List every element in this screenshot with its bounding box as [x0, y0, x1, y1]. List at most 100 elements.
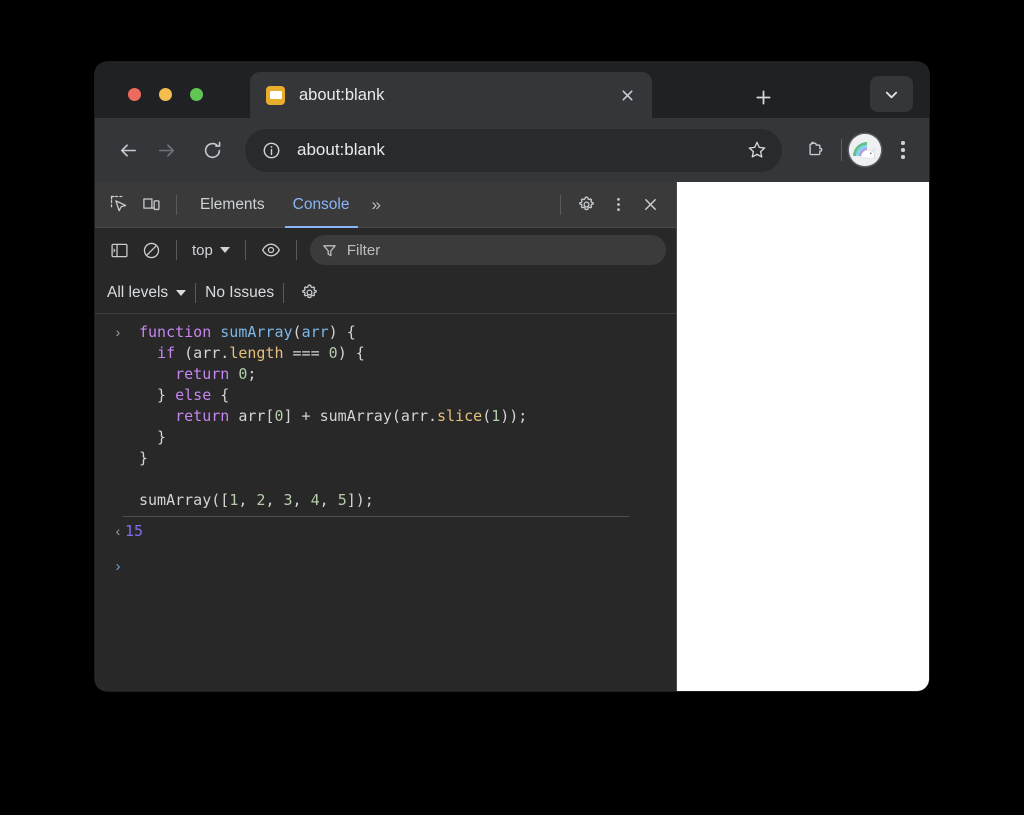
code-token: (	[482, 407, 492, 425]
tab-label: Elements	[200, 195, 265, 213]
live-expression-eye-icon[interactable]	[255, 235, 287, 265]
device-toolbar-icon[interactable]	[135, 190, 167, 220]
site-info-icon[interactable]	[257, 136, 285, 164]
filter-placeholder-text: Filter	[346, 241, 381, 259]
code-token: ,	[265, 491, 284, 509]
divider	[244, 240, 246, 260]
code-token: slice	[437, 407, 483, 425]
url-text[interactable]: about:blank	[297, 140, 740, 160]
settings-gear-icon[interactable]	[570, 190, 602, 220]
window-maximize-button[interactable]	[190, 88, 203, 101]
devtools-close-button[interactable]	[634, 190, 666, 220]
reload-button[interactable]	[193, 131, 231, 169]
tab-label: Console	[292, 195, 350, 213]
browser-tab-about-blank[interactable]: about:blank	[250, 72, 652, 118]
divider	[560, 194, 561, 215]
code-token: 5	[337, 491, 347, 509]
console-filter-input[interactable]: Filter	[309, 235, 666, 265]
code-token: return	[175, 365, 230, 383]
console-result-prompt-icon: ‹	[115, 523, 121, 539]
console-output[interactable]: › function sumArray(arr) { if (arr.lengt…	[95, 314, 676, 691]
bookmark-star-icon[interactable]	[740, 133, 774, 167]
console-filter-toolbar: top Filter	[95, 228, 676, 272]
browser-window: about:blank about:blank Elements Console…	[95, 62, 929, 691]
code-token: ) {	[337, 344, 365, 362]
inspect-element-icon[interactable]	[103, 190, 135, 220]
page-favicon-icon	[266, 85, 285, 105]
code-token: else	[175, 386, 212, 404]
tab-elements[interactable]: Elements	[186, 182, 279, 228]
code-token: return	[175, 407, 230, 425]
back-button[interactable]	[109, 131, 147, 169]
forward-button[interactable]	[147, 131, 185, 169]
clear-console-icon[interactable]	[135, 235, 167, 265]
console-levels-toolbar: All levels No Issues	[95, 272, 676, 314]
new-tab-button[interactable]	[747, 81, 779, 113]
divider	[283, 282, 285, 303]
code-token: {	[211, 386, 230, 404]
tab-title: about:blank	[299, 85, 385, 104]
code-token: 1	[229, 491, 239, 509]
console-prompt-row[interactable]: ›	[95, 556, 676, 580]
code-token: arr[	[229, 407, 275, 425]
tab-strip: about:blank	[95, 62, 929, 118]
execution-context-label: top	[192, 241, 213, 259]
console-settings-gear-icon[interactable]	[293, 278, 325, 308]
divider	[195, 282, 197, 303]
code-token: ,	[238, 491, 257, 509]
content-row: Elements Console » top Filter All levels…	[95, 182, 929, 691]
console-input-entry: › function sumArray(arr) { if (arr.lengt…	[95, 322, 676, 511]
divider	[176, 240, 177, 260]
code-token: ));	[500, 407, 528, 425]
more-tabs-button[interactable]: »	[364, 195, 388, 215]
execution-context-selector[interactable]: top	[186, 242, 236, 259]
code-token: sumArray([	[139, 491, 230, 509]
code-token: function	[139, 323, 221, 341]
code-token: ] + sumArray(arr.	[283, 407, 438, 425]
code-token: sumArray	[220, 323, 293, 341]
code-token: 0	[328, 344, 338, 362]
extensions-button[interactable]	[796, 131, 834, 169]
divider	[176, 194, 177, 215]
console-sidebar-icon[interactable]	[103, 235, 135, 265]
chevron-down-icon	[176, 289, 187, 296]
address-bar[interactable]: about:blank	[245, 128, 782, 172]
console-result-value: 15	[125, 522, 144, 540]
code-token: ===	[283, 344, 329, 362]
code-token: ,	[292, 491, 311, 509]
console-prompt-icon: ›	[115, 558, 121, 575]
console-input-prompt-icon: ›	[115, 324, 121, 340]
window-close-button[interactable]	[128, 88, 141, 101]
tab-console[interactable]: Console	[279, 182, 364, 228]
tab-search-button[interactable]	[870, 76, 913, 112]
console-input-code[interactable]: function sumArray(arr) { if (arr.length …	[109, 322, 676, 469]
close-icon[interactable]	[614, 82, 640, 108]
code-token: }	[139, 386, 176, 404]
code-token: ) {	[328, 323, 356, 341]
code-token: (	[292, 323, 302, 341]
console-input-expression[interactable]: sumArray([1, 2, 3, 4, 5]);	[109, 490, 676, 511]
code-token: }	[139, 449, 149, 467]
code-token: 0	[274, 407, 284, 425]
code-token: (arr.	[175, 344, 230, 362]
window-minimize-button[interactable]	[159, 88, 172, 101]
code-token: ;	[247, 365, 257, 383]
log-level-label: All levels	[107, 283, 169, 301]
issues-button[interactable]: No Issues	[205, 284, 274, 302]
browser-menu-button[interactable]	[885, 132, 921, 168]
profile-avatar[interactable]	[849, 134, 881, 166]
console-entry-divider	[123, 516, 629, 517]
chevron-down-icon	[219, 247, 230, 253]
console-result-entry: ‹ 15	[95, 521, 676, 542]
filter-funnel-icon	[322, 243, 337, 258]
devtools-more-options-button[interactable]	[602, 190, 634, 220]
code-token: ]);	[346, 491, 374, 509]
log-level-selector[interactable]: All levels	[107, 283, 187, 302]
page-viewport[interactable]	[677, 182, 929, 691]
code-token: 1	[491, 407, 501, 425]
code-token: }	[139, 428, 167, 446]
